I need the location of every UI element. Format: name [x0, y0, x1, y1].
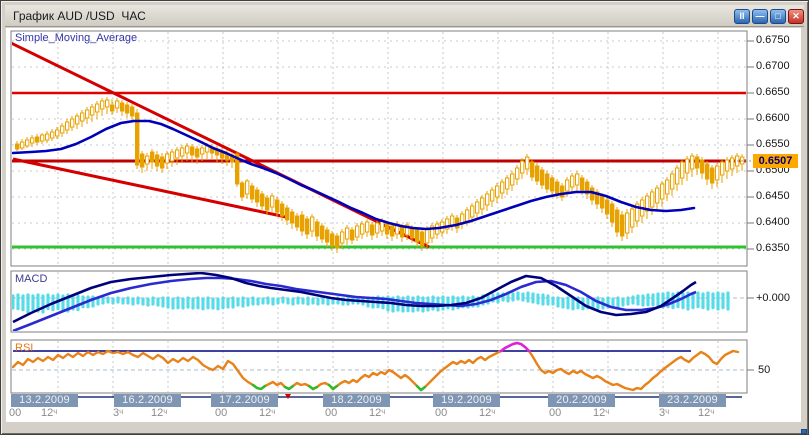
chart-window: График AUD /USD ЧАС II — □ ✕ Simple_Movi…	[0, 0, 809, 435]
date-badge: 16.2.2009	[114, 394, 181, 407]
time-label: 3ч	[659, 407, 669, 419]
close-button[interactable]: ✕	[788, 9, 804, 24]
date-badge: 23.2.2009	[659, 394, 726, 407]
time-label: 12ч	[698, 407, 714, 419]
date-badge: 13.2.2009	[11, 394, 78, 407]
pause-icon: II	[739, 11, 744, 21]
time-label: 12ч	[369, 407, 385, 419]
time-label: 00	[9, 407, 21, 419]
time-label: 00	[549, 407, 561, 419]
time-label: 12ч	[479, 407, 495, 419]
maximize-button[interactable]: □	[770, 9, 786, 24]
pause-button[interactable]: II	[734, 9, 750, 24]
minimize-icon: —	[756, 11, 765, 21]
maximize-icon: □	[775, 11, 780, 21]
time-label: 12ч	[593, 407, 609, 419]
resize-grip[interactable]	[801, 429, 807, 434]
current-price-badge: 0.6507	[753, 154, 798, 168]
date-badge: 20.2.2009	[548, 394, 615, 407]
time-label: 12ч	[151, 407, 167, 419]
date-badge: 19.2.2009	[433, 394, 500, 407]
minimize-button[interactable]: —	[752, 9, 768, 24]
date-badge: 17.2.2009	[211, 394, 278, 407]
time-label: 00	[325, 407, 337, 419]
close-icon: ✕	[792, 11, 800, 21]
time-label: 3ч	[113, 407, 123, 419]
date-badge: 18.2.2009	[323, 394, 390, 407]
time-label: 12ч	[259, 407, 275, 419]
titlebar[interactable]: График AUD /USD ЧАС II — □ ✕	[5, 5, 804, 27]
window-title: График AUD /USD ЧАС	[13, 9, 146, 23]
time-label: 12ч	[41, 407, 57, 419]
chart-client-area	[6, 28, 801, 422]
time-label: 00	[215, 407, 227, 419]
time-label: 00	[435, 407, 447, 419]
